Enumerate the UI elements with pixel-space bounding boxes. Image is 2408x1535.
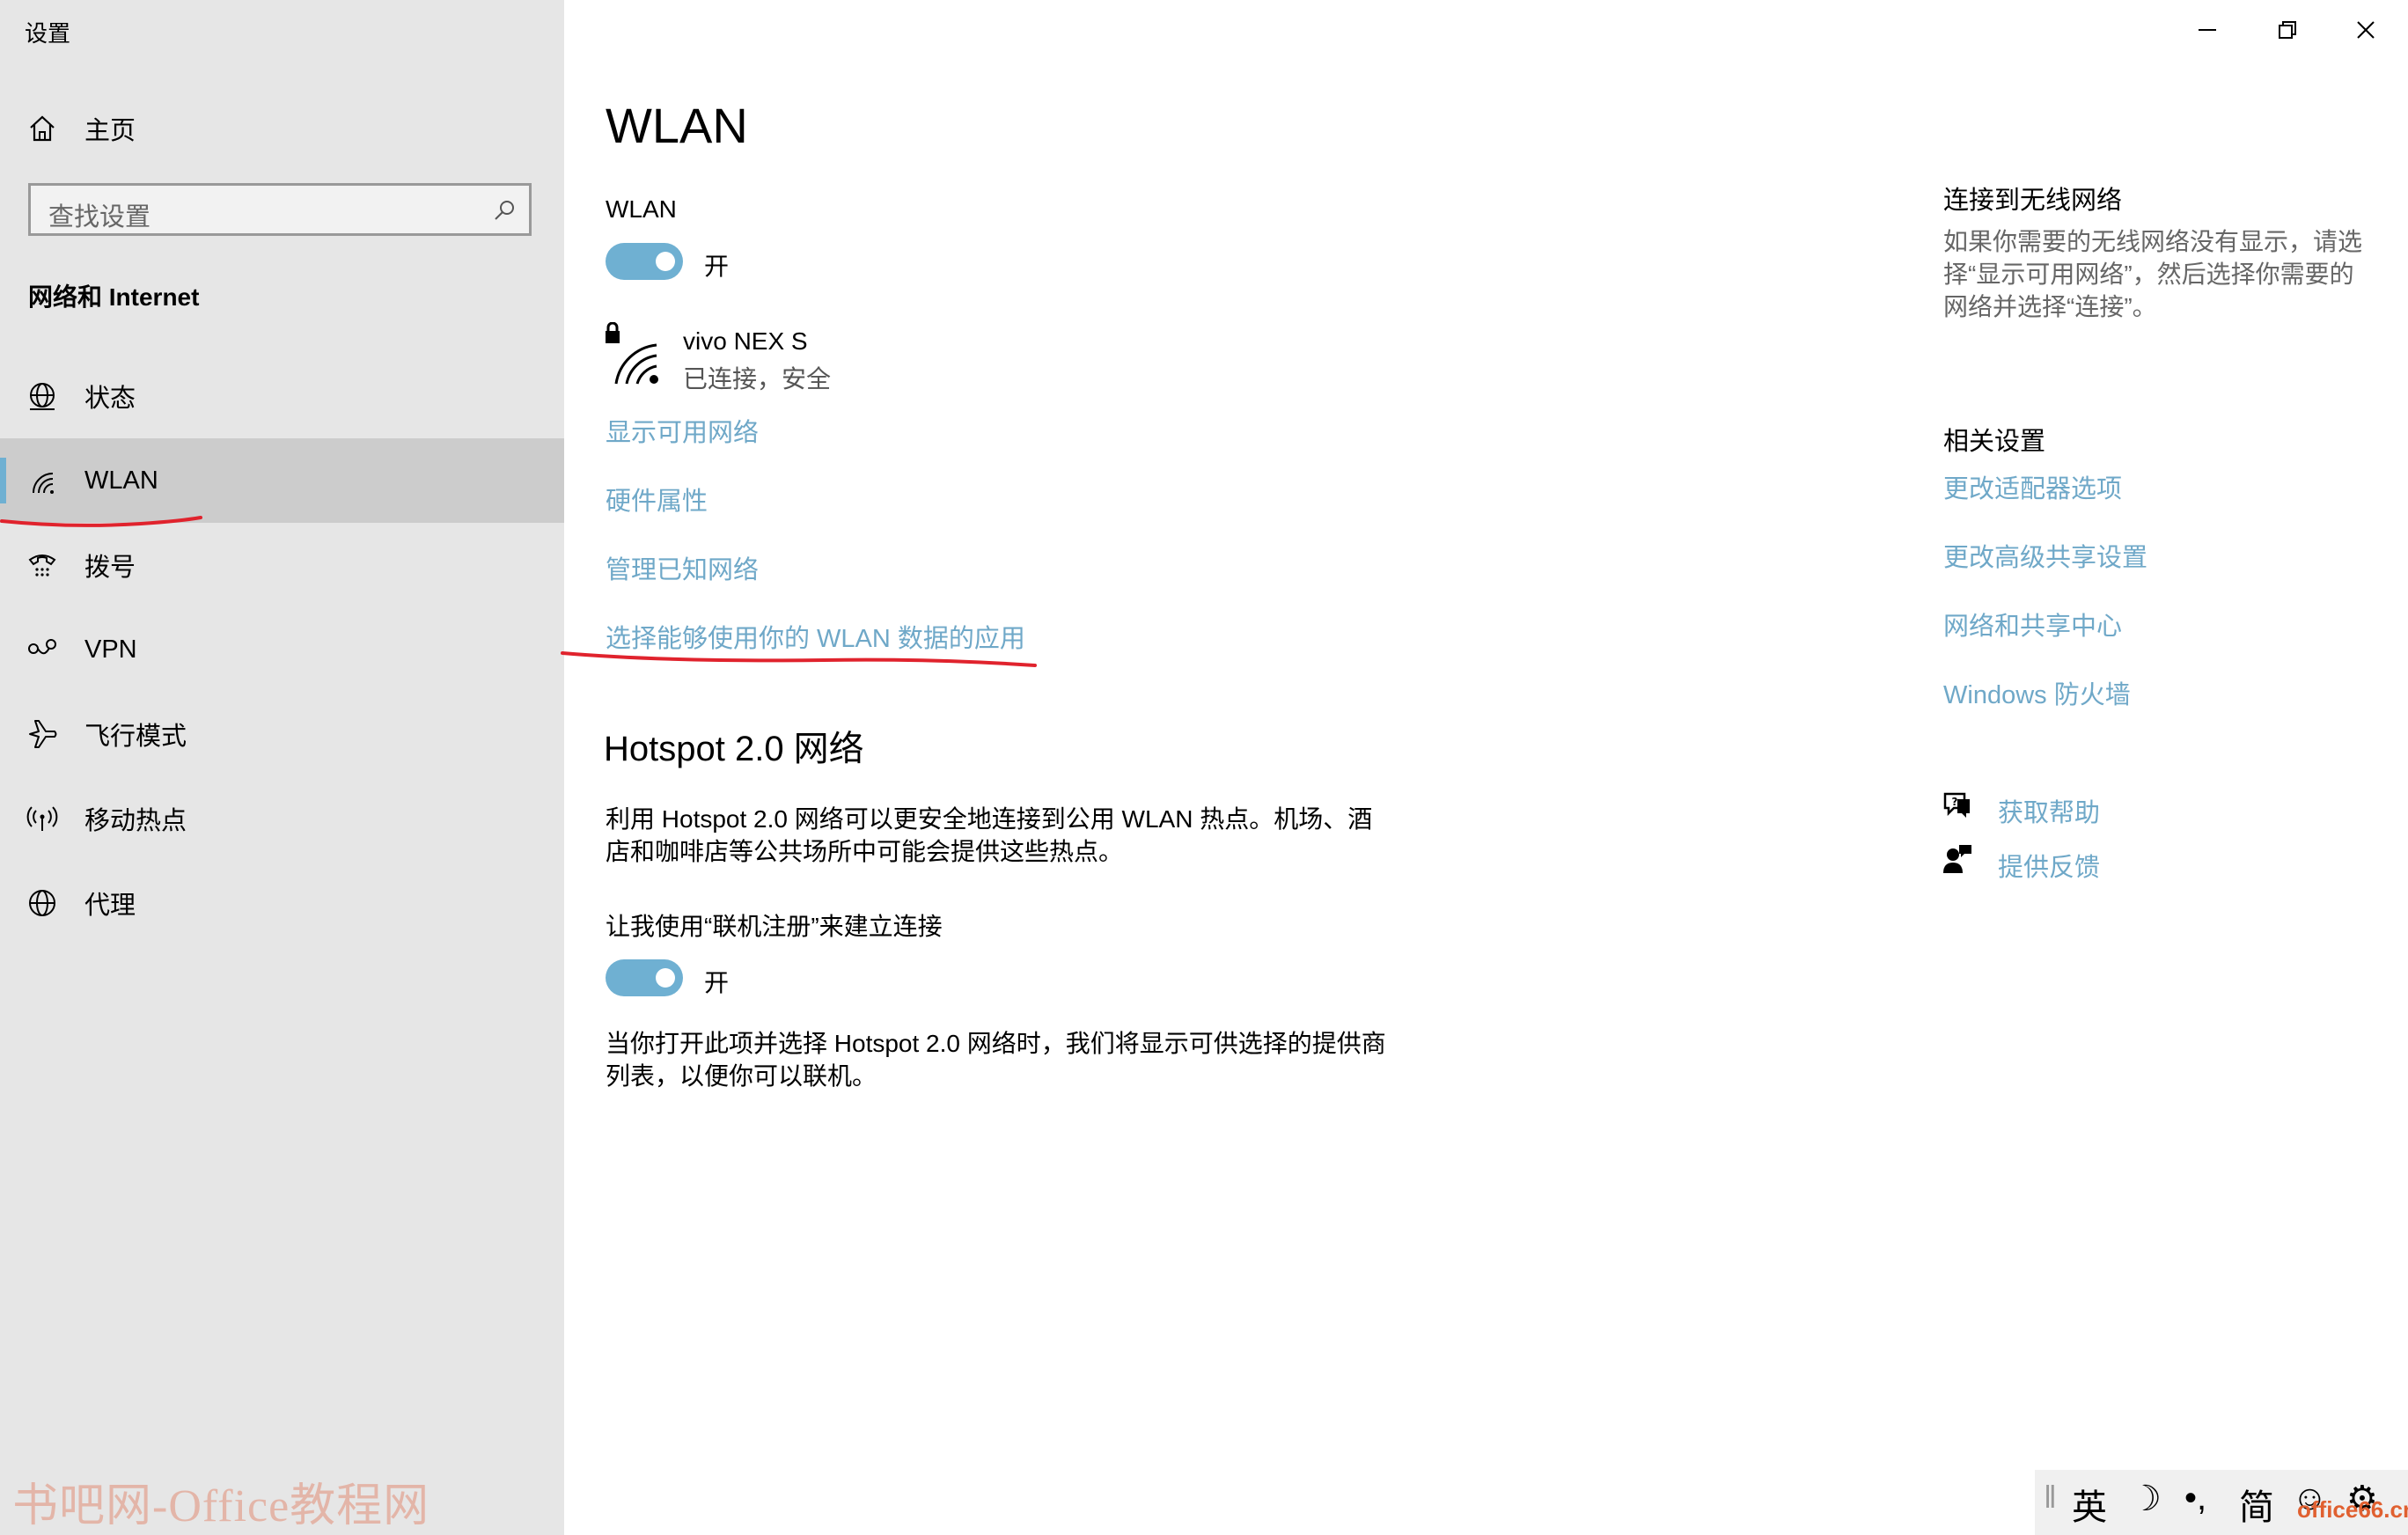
give-feedback-link[interactable]: 提供反馈 xyxy=(1998,847,2100,884)
sidebar-item-label: 拨号 xyxy=(84,554,136,582)
connect-desc-line2: 择“显示可用网络”，然后选择你需要的 xyxy=(1943,261,2354,288)
hardware-properties-link[interactable]: 硬件属性 xyxy=(606,481,708,518)
tray-grip: ‖ xyxy=(2044,1479,2057,1515)
online-signup-toggle[interactable] xyxy=(606,959,683,996)
show-available-networks-link[interactable]: 显示可用网络 xyxy=(606,412,759,449)
related-settings-title: 相关设置 xyxy=(1943,428,2046,456)
connect-title: 连接到无线网络 xyxy=(1943,187,2123,215)
hotspot-description-line1: 利用 Hotspot 2.0 网络可以更安全地连接到公用 WLAN 热点。机场、… xyxy=(606,805,1373,833)
search-input[interactable]: 查找设置 xyxy=(28,183,532,236)
sidebar-item-status[interactable]: 状态 xyxy=(0,354,564,438)
sidebar-item-vpn[interactable]: VPN xyxy=(0,607,564,692)
section-title: 网络和 Internet xyxy=(28,283,200,311)
sidebar-item-hotspot[interactable]: 移动热点 xyxy=(0,776,564,861)
hotspot-icon xyxy=(26,806,58,831)
sidebar: 设置 主页 查找设置 网络和 Internet 状态 WLAN 拨号 VPN 飞… xyxy=(0,0,564,1535)
annotation-underline-link xyxy=(561,651,1037,667)
watermark-right: office66.cn xyxy=(2297,1496,2408,1523)
feedback-person-icon xyxy=(1943,845,1971,873)
connect-desc-line1: 如果你需要的无线网络没有显示，请选 xyxy=(1943,228,2363,255)
sidebar-item-proxy[interactable]: 代理 xyxy=(0,861,564,945)
annotation-underline xyxy=(0,516,202,527)
sidebar-item-dialup[interactable]: 拨号 xyxy=(0,523,564,607)
sidebar-item-airplane[interactable]: 飞行模式 xyxy=(0,692,564,776)
proxy-globe-icon xyxy=(29,890,55,916)
sidebar-item-label: VPN xyxy=(84,635,137,664)
wlan-toggle[interactable] xyxy=(606,243,683,280)
help-chat-icon: ? xyxy=(1943,792,1970,818)
search-placeholder: 查找设置 xyxy=(48,203,151,231)
globe-status-icon xyxy=(30,383,55,410)
network-status: 已连接，安全 xyxy=(683,365,832,393)
windows-firewall-link[interactable]: Windows 防火墙 xyxy=(1943,674,2131,711)
online-signup-toggle-state: 开 xyxy=(704,969,730,996)
selection-indicator xyxy=(0,458,6,503)
sidebar-item-label: WLAN xyxy=(84,466,158,495)
sidebar-item-label: 代理 xyxy=(84,892,136,920)
page-title: WLAN xyxy=(606,98,748,153)
toggle-knob xyxy=(656,252,675,271)
network-sharing-center-link[interactable]: 网络和共享中心 xyxy=(1943,606,2122,643)
home-icon xyxy=(30,115,55,142)
sidebar-item-label: 飞行模式 xyxy=(84,723,187,751)
hotspot-title: Hotspot 2.0 网络 xyxy=(604,730,864,768)
restore-icon[interactable] xyxy=(2260,12,2313,48)
nav-home[interactable]: 主页 xyxy=(0,86,564,171)
secured-wifi-icon xyxy=(606,322,658,385)
toggle-knob xyxy=(656,968,675,988)
minimize-icon[interactable] xyxy=(2181,12,2234,48)
moon-icon[interactable]: ☽ xyxy=(2130,1479,2162,1519)
wifi-icon xyxy=(33,473,54,494)
search-icon xyxy=(495,201,514,220)
vpn-icon xyxy=(28,639,56,655)
hotspot-description-line2: 店和咖啡店等公共场所中可能会提供这些热点。 xyxy=(606,838,1124,865)
online-signup-label: 让我使用“联机注册”来建立连接 xyxy=(606,913,943,940)
get-help-link[interactable]: 获取帮助 xyxy=(1998,792,2100,829)
ime-mode[interactable]: 简 xyxy=(2239,1479,2274,1530)
sidebar-item-label: 移动热点 xyxy=(84,807,187,835)
adapter-options-link[interactable]: 更改适配器选项 xyxy=(1943,468,2122,505)
sidebar-item-label: 状态 xyxy=(84,385,136,413)
wlan-label: WLAN xyxy=(606,195,677,223)
wlan-toggle-state: 开 xyxy=(704,253,730,280)
network-name[interactable]: vivo NEX S xyxy=(683,327,808,356)
watermark-left: 书吧网-Office教程网 xyxy=(12,1481,430,1531)
nav-home-label: 主页 xyxy=(84,117,136,145)
dialup-icon xyxy=(28,555,56,577)
connect-desc-line3: 网络并选择“连接”。 xyxy=(1943,293,2157,320)
hotspot-note-line1: 当你打开此项并选择 Hotspot 2.0 网络时，我们将显示可供选择的提供商 xyxy=(606,1030,1386,1057)
advanced-sharing-link[interactable]: 更改高级共享设置 xyxy=(1943,537,2147,574)
hotspot-note-line2: 列表，以便你可以联机。 xyxy=(606,1062,877,1090)
manage-known-networks-link[interactable]: 管理已知网络 xyxy=(606,549,759,586)
window-title: 设置 xyxy=(25,20,71,47)
close-icon[interactable] xyxy=(2339,12,2392,48)
airplane-icon xyxy=(29,720,57,748)
punctuation-icon[interactable]: •, xyxy=(2184,1479,2206,1518)
svg-text:?: ? xyxy=(1952,796,1958,808)
ime-language[interactable]: 英 xyxy=(2072,1479,2107,1530)
